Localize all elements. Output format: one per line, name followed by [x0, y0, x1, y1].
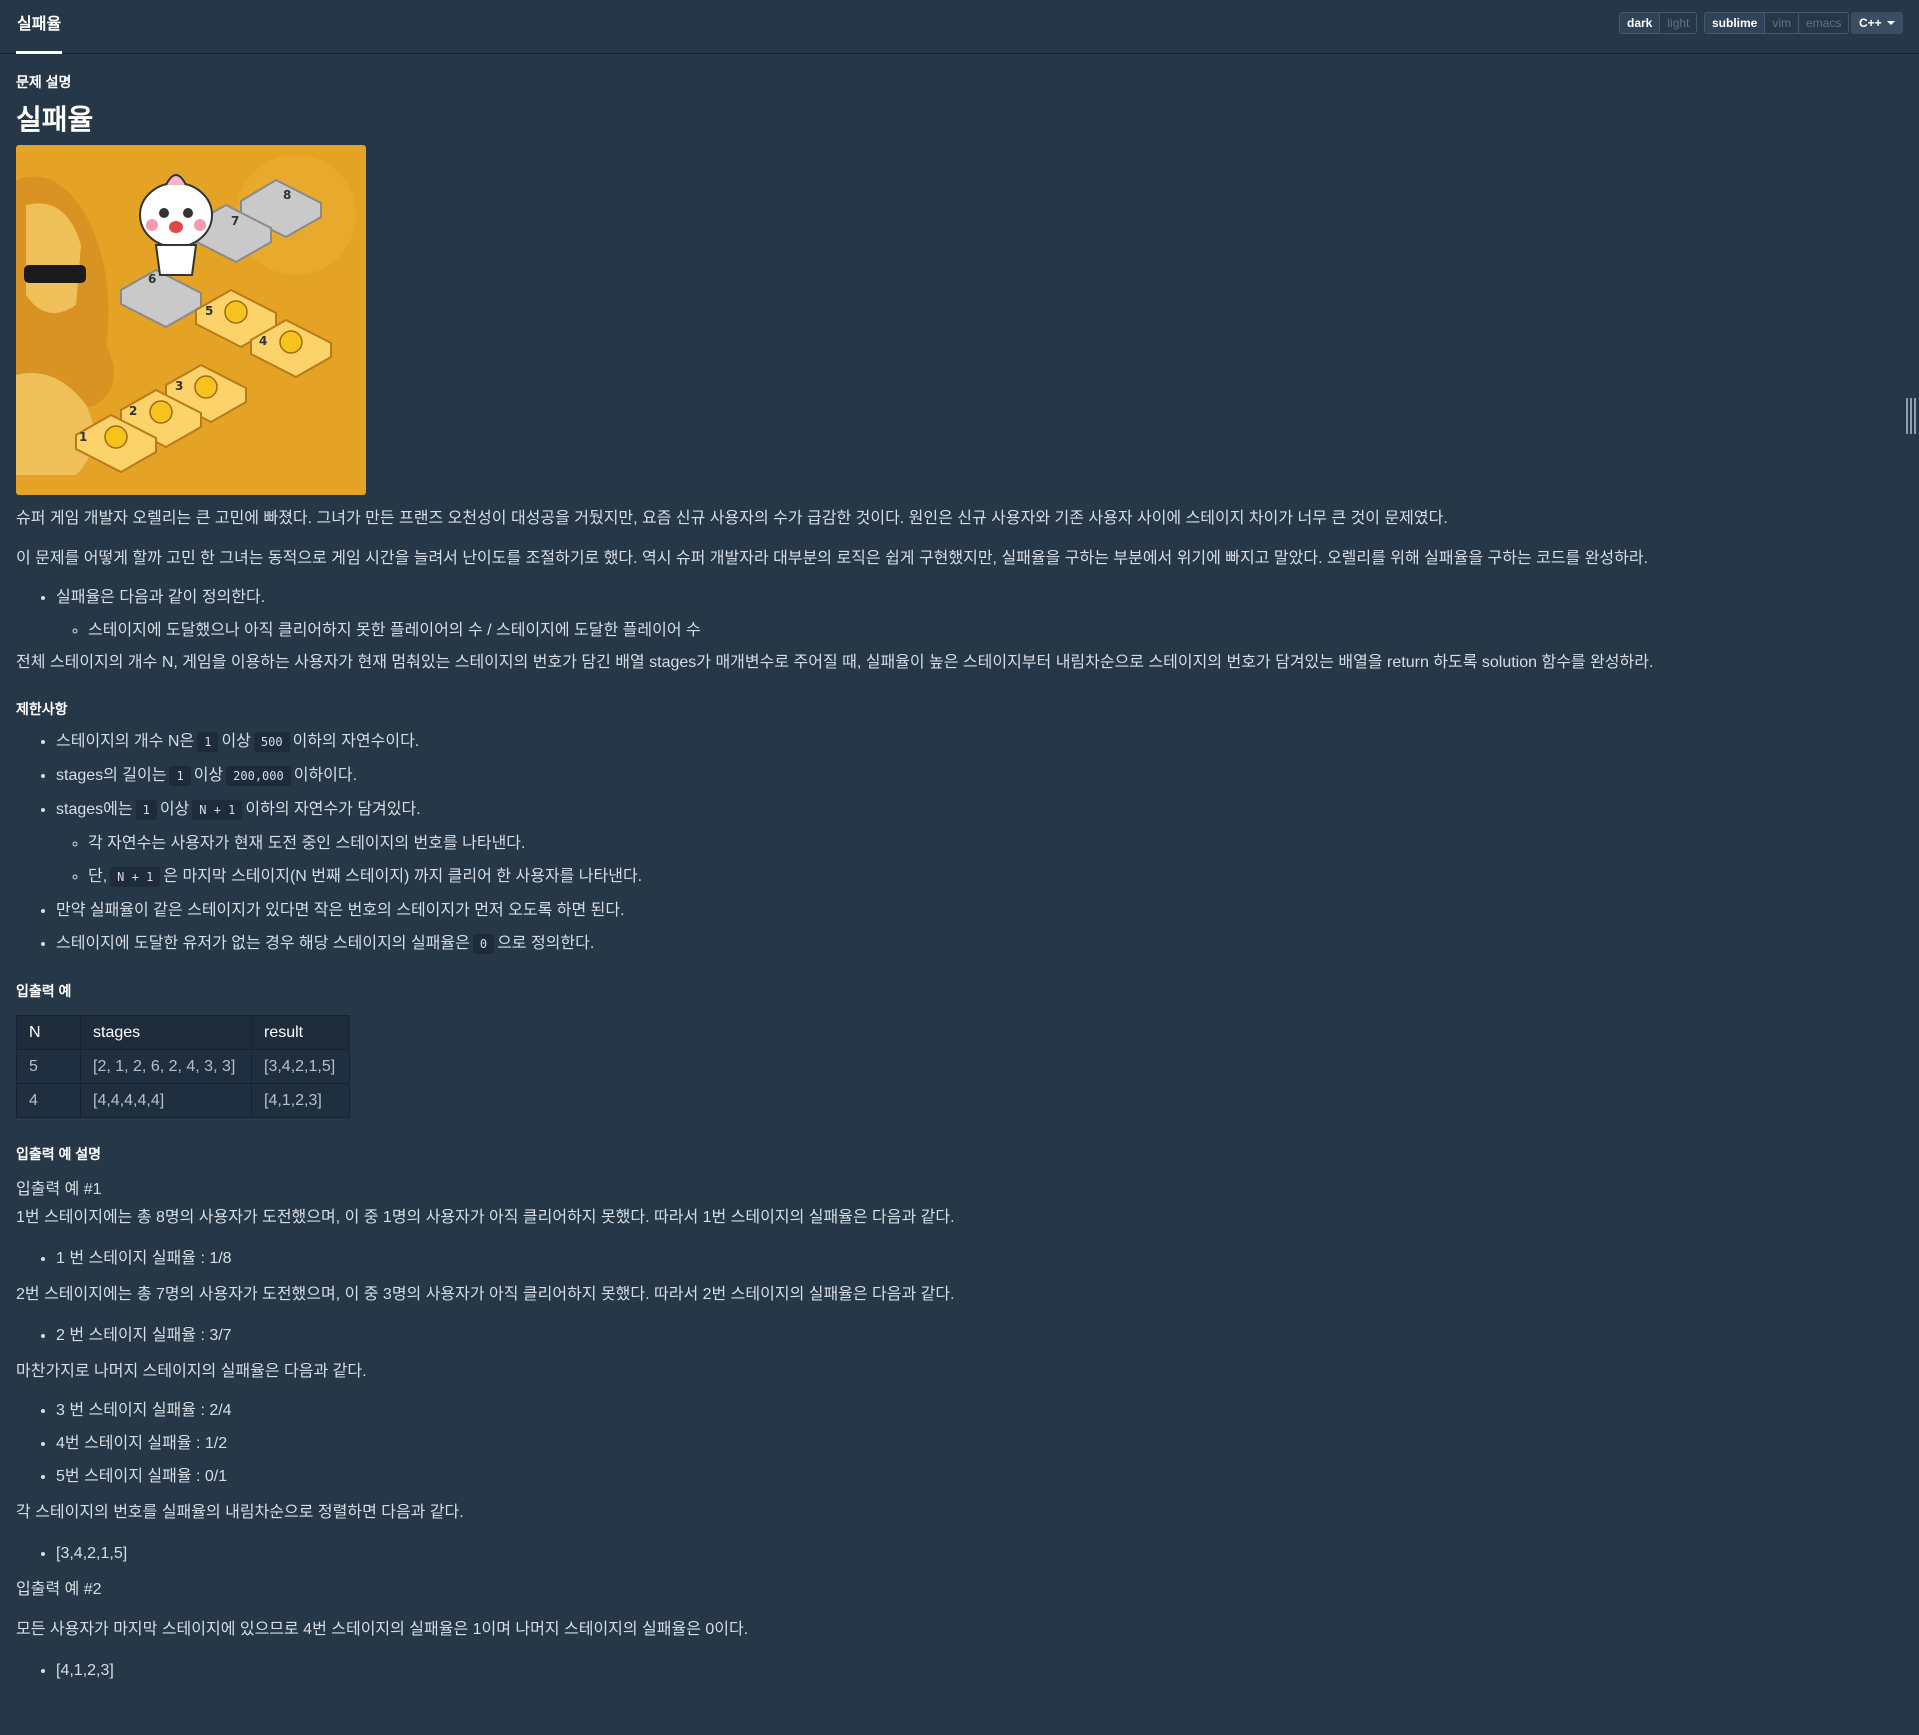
table-cell: 4	[16, 1083, 81, 1118]
svg-text:1: 1	[79, 430, 87, 444]
definition-text: 실패율은 다음과 같이 정의한다.	[56, 589, 266, 606]
keymap-vim-button[interactable]: vim	[1764, 13, 1798, 33]
top-bar: 실패율 dark light sublime vim emacs C++	[0, 0, 1919, 54]
code-inline: 1	[169, 766, 191, 786]
keymap-sublime-button[interactable]: sublime	[1705, 13, 1765, 33]
example-1-paragraph-3: 마찬가지로 나머지 스테이지의 실패율은 다음과 같다.	[16, 1363, 367, 1380]
problem-description: 문제 설명 실패율 8 7 6 5 4 3 2 1 슈퍼 게임 개발자 오렐리는…	[16, 54, 1896, 1687]
list-item: 스테이지의 개수 N은1이상500이하의 자연수이다.	[56, 725, 1896, 759]
example-1-paragraph-1: 1번 스테이지에는 총 8명의 사용자가 도전했으며, 이 중 1명의 사용자가…	[16, 1209, 955, 1226]
list-item: 실패율은 다음과 같이 정의한다. 스테이지에 도달했으나 아직 클리어하지 못…	[56, 581, 1896, 647]
code-inline: N + 1	[192, 800, 243, 820]
example-1-list-3: 3 번 스테이지 실패율 : 2/4 4번 스테이지 실패율 : 1/2 5번 …	[16, 1394, 1896, 1493]
definition-formula: 스테이지에 도달했으나 아직 클리어하지 못한 플레이어의 수 / 스테이지에 …	[88, 622, 701, 639]
table-cell: [2, 1, 2, 6, 2, 4, 3, 3]	[80, 1049, 252, 1084]
example-2-title: 입출력 예 #2	[16, 1581, 102, 1598]
example-1-paragraph-2: 2번 스테이지에는 총 7명의 사용자가 도전했으며, 이 중 3명의 사용자가…	[16, 1286, 955, 1303]
constraints-heading: 제한사항	[16, 701, 68, 717]
theme-toggle: dark light	[1619, 12, 1698, 34]
svg-text:4: 4	[259, 334, 267, 348]
example-1-list-4: [3,4,2,1,5]	[16, 1537, 1896, 1570]
language-dropdown[interactable]: C++	[1851, 12, 1903, 34]
examples-heading: 입출력 예	[16, 983, 72, 999]
table-header-cell: N	[16, 1015, 81, 1050]
theme-light-button[interactable]: light	[1659, 13, 1696, 33]
code-inline: 1	[135, 800, 157, 820]
table-cell: [3,4,2,1,5]	[251, 1049, 350, 1084]
example-2-list-1: [4,1,2,3]	[16, 1654, 1896, 1687]
svg-text:2: 2	[129, 404, 137, 418]
task-paragraph: 전체 스테이지의 개수 N, 게임을 이용하는 사용자가 현재 멈춰있는 스테이…	[16, 654, 1654, 671]
examples-table: N stages result 5 [2, 1, 2, 6, 2, 4, 3, …	[16, 1015, 350, 1118]
language-label: C++	[1859, 16, 1882, 30]
table-header-cell: stages	[80, 1015, 252, 1050]
example-1-list-2: 2 번 스테이지 실패율 : 3/7	[16, 1319, 1896, 1352]
panel-resize-handle-icon[interactable]	[1906, 398, 1916, 434]
caret-down-icon	[1887, 21, 1895, 25]
code-inline: 200,000	[226, 766, 291, 786]
table-cell: [4,1,2,3]	[251, 1083, 350, 1118]
constraints-list: 스테이지의 개수 N은1이상500이하의 자연수이다. stages의 길이는1…	[16, 725, 1896, 961]
example-1-list-1: 1 번 스테이지 실패율 : 1/8	[16, 1242, 1896, 1275]
code-inline: 0	[472, 934, 495, 954]
intro-paragraph-2: 이 문제를 어떻게 할까 고민 한 그녀는 동적으로 게임 시간을 늘려서 난이…	[16, 550, 1649, 567]
list-item: stages의 길이는1이상200,000이하이다.	[56, 759, 1896, 793]
list-item: 각 자연수는 사용자가 현재 도전 중인 스테이지의 번호를 나타낸다.	[88, 827, 1896, 860]
list-item: stages에는1이상N + 1이하의 자연수가 담겨있다. 각 자연수는 사용…	[56, 793, 1896, 894]
svg-text:7: 7	[231, 214, 239, 228]
example-2-paragraph-1: 모든 사용자가 마지막 스테이지에 있으므로 4번 스테이지의 실패율은 1이며…	[16, 1621, 749, 1638]
table-header-cell: result	[251, 1015, 350, 1050]
list-item: [3,4,2,1,5]	[56, 1537, 1896, 1570]
svg-text:5: 5	[205, 304, 213, 318]
list-item: 4번 스테이지 실패율 : 1/2	[56, 1427, 1896, 1460]
example-1-paragraph-4: 각 스테이지의 번호를 실패율의 내림차순으로 정렬하면 다음과 같다.	[16, 1504, 464, 1521]
table-header-row: N stages result	[16, 1015, 350, 1050]
example-1-title: 입출력 예 #1	[16, 1181, 102, 1198]
list-item: 스테이지에 도달한 유저가 없는 경우 해당 스테이지의 실패율은0으로 정의한…	[56, 927, 1896, 961]
definition-list: 실패율은 다음과 같이 정의한다. 스테이지에 도달했으나 아직 클리어하지 못…	[16, 581, 1896, 647]
section-label-description: 문제 설명	[16, 74, 72, 90]
code-inline: 500	[253, 732, 290, 752]
keymap-emacs-button[interactable]: emacs	[1798, 13, 1848, 33]
tab-problem-title[interactable]: 실패율	[16, 0, 63, 54]
stage-illustration-image: 8 7 6 5 4 3 2 1	[16, 145, 366, 495]
list-item: [4,1,2,3]	[56, 1654, 1896, 1687]
svg-text:6: 6	[148, 272, 156, 286]
table-row: 5 [2, 1, 2, 6, 2, 4, 3, 3] [3,4,2,1,5]	[16, 1049, 350, 1084]
stage-illustration-icon: 8 7 6 5 4 3 2 1	[16, 145, 366, 495]
list-item: 3 번 스테이지 실패율 : 2/4	[56, 1394, 1896, 1427]
svg-text:8: 8	[283, 188, 291, 202]
code-inline: N + 1	[110, 867, 161, 887]
intro-paragraph-1: 슈퍼 게임 개발자 오렐리는 큰 고민에 빠졌다. 그녀가 만든 프랜즈 오천성…	[16, 510, 1448, 527]
explanation-heading: 입출력 예 설명	[16, 1146, 102, 1162]
table-cell: 5	[16, 1049, 81, 1084]
list-item: 5번 스테이지 실패율 : 0/1	[56, 1460, 1896, 1493]
list-item: 스테이지에 도달했으나 아직 클리어하지 못한 플레이어의 수 / 스테이지에 …	[88, 614, 1896, 647]
list-item: 1 번 스테이지 실패율 : 1/8	[56, 1242, 1896, 1275]
theme-dark-button[interactable]: dark	[1620, 13, 1660, 33]
problem-title: 실패율	[16, 104, 94, 135]
svg-text:3: 3	[175, 379, 183, 393]
list-item: 2 번 스테이지 실패율 : 3/7	[56, 1319, 1896, 1352]
keymap-toggle: sublime vim emacs	[1704, 12, 1850, 34]
table-row: 4 [4,4,4,4,4] [4,1,2,3]	[16, 1083, 350, 1118]
table-cell: [4,4,4,4,4]	[80, 1083, 252, 1118]
list-item: 만약 실패율이 같은 스테이지가 있다면 작은 번호의 스테이지가 먼저 오도록…	[56, 894, 1896, 927]
code-inline: 1	[197, 732, 219, 752]
list-item: 단,N + 1은 마지막 스테이지(N 번째 스테이지) 까지 클리어 한 사용…	[88, 860, 1896, 894]
